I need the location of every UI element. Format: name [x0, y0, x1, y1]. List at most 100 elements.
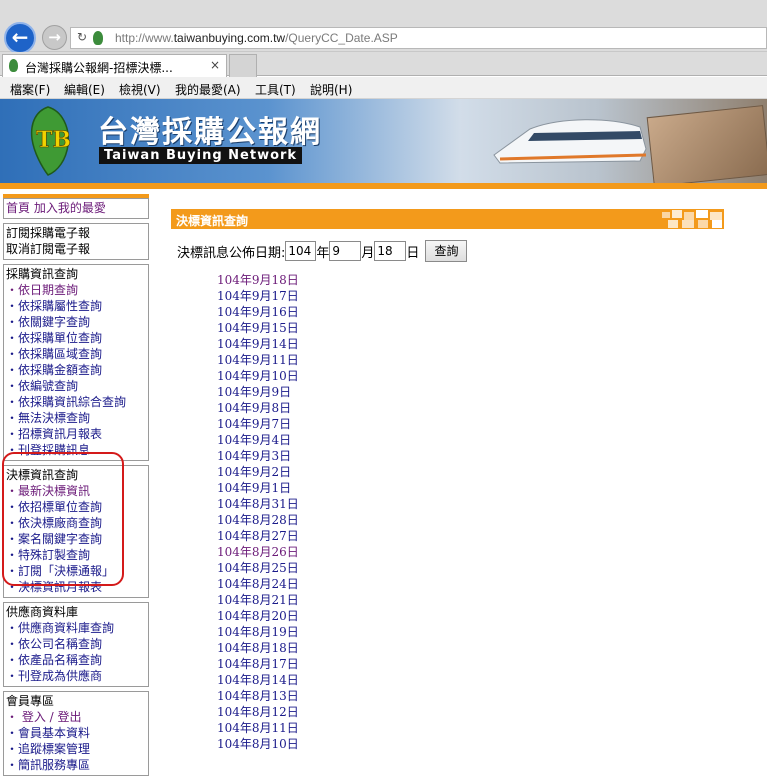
sidebar-item-by-attribute[interactable]: ・依採購屬性查詢 [6, 298, 146, 314]
date-link[interactable]: 104年9月1日 [217, 480, 299, 496]
banner-title-en: Taiwan Buying Network [99, 147, 303, 164]
date-link[interactable]: 104年8月25日 [217, 560, 299, 576]
sidebar-item-tender-monthly[interactable]: ・招標資訊月報表 [6, 426, 146, 442]
logo-text: TB [36, 127, 71, 153]
sidebar-item-by-unit[interactable]: ・依採購單位查詢 [6, 330, 146, 346]
sidebar-item-custom-query[interactable]: ・特殊訂製查詢 [6, 547, 146, 563]
date-link[interactable]: 104年8月17日 [217, 656, 299, 672]
tab-title: 台灣採購公報網-招標決標... [25, 61, 173, 75]
sidebar-item-case-keyword[interactable]: ・案名關鍵字查詢 [6, 531, 146, 547]
sidebar-item-award-monthly[interactable]: ・決標資訊月報表 [6, 579, 146, 595]
url-input[interactable]: ↻ http://www.taiwanbuying.com.tw/QueryCC… [70, 27, 767, 49]
sidebar-item-login-logout[interactable]: ・ 登入 / 登出 [6, 709, 146, 725]
sidebar-item-member-profile[interactable]: ・會員基本資料 [6, 725, 146, 741]
url-domain: taiwanbuying.com.tw [173, 31, 286, 45]
new-tab-button[interactable] [229, 54, 257, 77]
date-link[interactable]: 104年8月14日 [217, 672, 299, 688]
date-link[interactable]: 104年8月11日 [217, 720, 299, 736]
date-link[interactable]: 104年8月31日 [217, 496, 299, 512]
sidebar-item-by-date[interactable]: ・依日期查詢 [6, 282, 146, 298]
member-heading: 會員專區 [6, 694, 55, 708]
date-link[interactable]: 104年9月8日 [217, 400, 299, 416]
menu-tools[interactable]: 工具(T) [255, 81, 296, 98]
sidebar-item-supplier-db[interactable]: ・供應商資料庫查詢 [6, 620, 146, 636]
sidebar-item-become-supplier[interactable]: ・刊登成為供應商 [6, 668, 146, 684]
date-link[interactable]: 104年9月15日 [217, 320, 299, 336]
date-link[interactable]: 104年9月2日 [217, 464, 299, 480]
date-link[interactable]: 104年8月21日 [217, 592, 299, 608]
taiwan-logo-icon[interactable]: TB [18, 105, 80, 177]
sidebar-item-by-vendor[interactable]: ・依決標廠商查詢 [6, 515, 146, 531]
sidebar-item-by-keyword[interactable]: ・依關鍵字查詢 [6, 314, 146, 330]
date-link[interactable]: 104年8月26日 [217, 544, 299, 560]
date-link[interactable]: 104年8月28日 [217, 512, 299, 528]
date-link[interactable]: 104年9月4日 [217, 432, 299, 448]
date-link[interactable]: 104年9月11日 [217, 352, 299, 368]
date-query-form: 決標訊息公佈日期: 年 月 日查詢 [177, 240, 468, 262]
sidebar-item-post-procurement[interactable]: ・刊登採購訊息 [6, 442, 146, 458]
date-link[interactable]: 104年9月16日 [217, 304, 299, 320]
menu-file[interactable]: 檔案(F) [10, 81, 50, 98]
day-input[interactable] [374, 241, 407, 261]
date-link[interactable]: 104年8月10日 [217, 736, 299, 752]
menu-view[interactable]: 檢視(V) [119, 81, 161, 98]
date-link[interactable]: 104年9月3日 [217, 448, 299, 464]
month-input[interactable] [329, 241, 362, 261]
sidebar-item-track-cases[interactable]: ・追蹤標案管理 [6, 741, 146, 757]
home-favorite-link[interactable]: 首頁 加入我的最愛 [6, 200, 146, 216]
date-link[interactable]: 104年9月10日 [217, 368, 299, 384]
sidebar-section-member: 會員專區 ・ 登入 / 登出 ・會員基本資料 ・追蹤標案管理 ・簡訊服務專區 [3, 691, 149, 776]
sidebar-section-supplier: 供應商資料庫 ・供應商資料庫查詢 ・依公司名稱查詢 ・依產品名稱查詢 ・刊登成為… [3, 602, 149, 687]
header-decoration [662, 210, 722, 228]
refresh-icon[interactable]: ↻ [77, 30, 87, 44]
menu-favorites[interactable]: 我的最愛(A) [175, 81, 241, 98]
sidebar-item-by-product[interactable]: ・依產品名稱查詢 [6, 652, 146, 668]
date-link[interactable]: 104年8月18日 [217, 640, 299, 656]
tab-favicon-icon [9, 59, 18, 72]
orange-divider [0, 183, 767, 189]
sidebar-item-latest-award[interactable]: ・最新決標資訊 [6, 483, 146, 499]
forward-arrow-icon[interactable]: → [42, 25, 67, 50]
sidebar-item-by-region[interactable]: ・依採購區域查詢 [6, 346, 146, 362]
date-link[interactable]: 104年8月27日 [217, 528, 299, 544]
date-link[interactable]: 104年9月7日 [217, 416, 299, 432]
unsubscribe-newsletter-link[interactable]: 取消訂閱電子報 [6, 241, 146, 257]
url-text: http://www.taiwanbuying.com.tw/QueryCC_D… [115, 31, 398, 45]
banner-title-zh: 台灣採購公報網 [98, 115, 322, 150]
day-unit: 日 [406, 245, 420, 261]
date-link[interactable]: 104年9月17日 [217, 288, 299, 304]
date-link[interactable]: 104年8月13日 [217, 688, 299, 704]
sidebar-item-no-award[interactable]: ・無法決標查詢 [6, 410, 146, 426]
procurement-heading: 採購資訊查詢 [6, 267, 79, 281]
sidebar-item-combined[interactable]: ・依採購資訊綜合查詢 [6, 394, 146, 410]
sidebar-section-subscribe: 訂閱採購電子報 取消訂閱電子報 [3, 223, 149, 260]
menu-edit[interactable]: 編輯(E) [64, 81, 105, 98]
sidebar-item-sms-service[interactable]: ・簡訊服務專區 [6, 757, 146, 773]
sidebar: 首頁 加入我的最愛 訂閱採購電子報 取消訂閱電子報 採購資訊查詢 ・依日期查詢 … [3, 194, 149, 780]
sidebar-item-by-company[interactable]: ・依公司名稱查詢 [6, 636, 146, 652]
sidebar-item-by-number[interactable]: ・依編號查詢 [6, 378, 146, 394]
subscribe-newsletter-link[interactable]: 訂閱採購電子報 [6, 225, 146, 241]
date-link[interactable]: 104年8月20日 [217, 608, 299, 624]
supplier-heading: 供應商資料庫 [6, 605, 79, 619]
url-prefix: http://www. [115, 31, 174, 45]
date-link[interactable]: 104年9月14日 [217, 336, 299, 352]
sidebar-item-by-amount[interactable]: ・依採購金額查詢 [6, 362, 146, 378]
query-button[interactable]: 查詢 [425, 240, 468, 262]
date-link[interactable]: 104年9月18日 [217, 272, 299, 288]
month-unit: 月 [361, 245, 375, 261]
banknote-image [646, 105, 767, 183]
date-link[interactable]: 104年9月9日 [217, 384, 299, 400]
date-link[interactable]: 104年8月12日 [217, 704, 299, 720]
tab-active[interactable]: 台灣採購公報網-招標決標... × [2, 54, 227, 77]
close-icon[interactable]: × [210, 58, 220, 72]
sidebar-section-top: 首頁 加入我的最愛 [3, 198, 149, 219]
menu-help[interactable]: 說明(H) [310, 81, 352, 98]
sidebar-item-subscribe-award[interactable]: ・訂閱「決標通報」 [6, 563, 146, 579]
date-link[interactable]: 104年8月19日 [217, 624, 299, 640]
sidebar-item-by-tender-unit[interactable]: ・依招標單位查詢 [6, 499, 146, 515]
date-link[interactable]: 104年8月24日 [217, 576, 299, 592]
page-title: 決標資訊查詢 [176, 214, 249, 228]
year-input[interactable] [285, 241, 317, 261]
back-arrow-icon[interactable]: ← [4, 22, 36, 54]
